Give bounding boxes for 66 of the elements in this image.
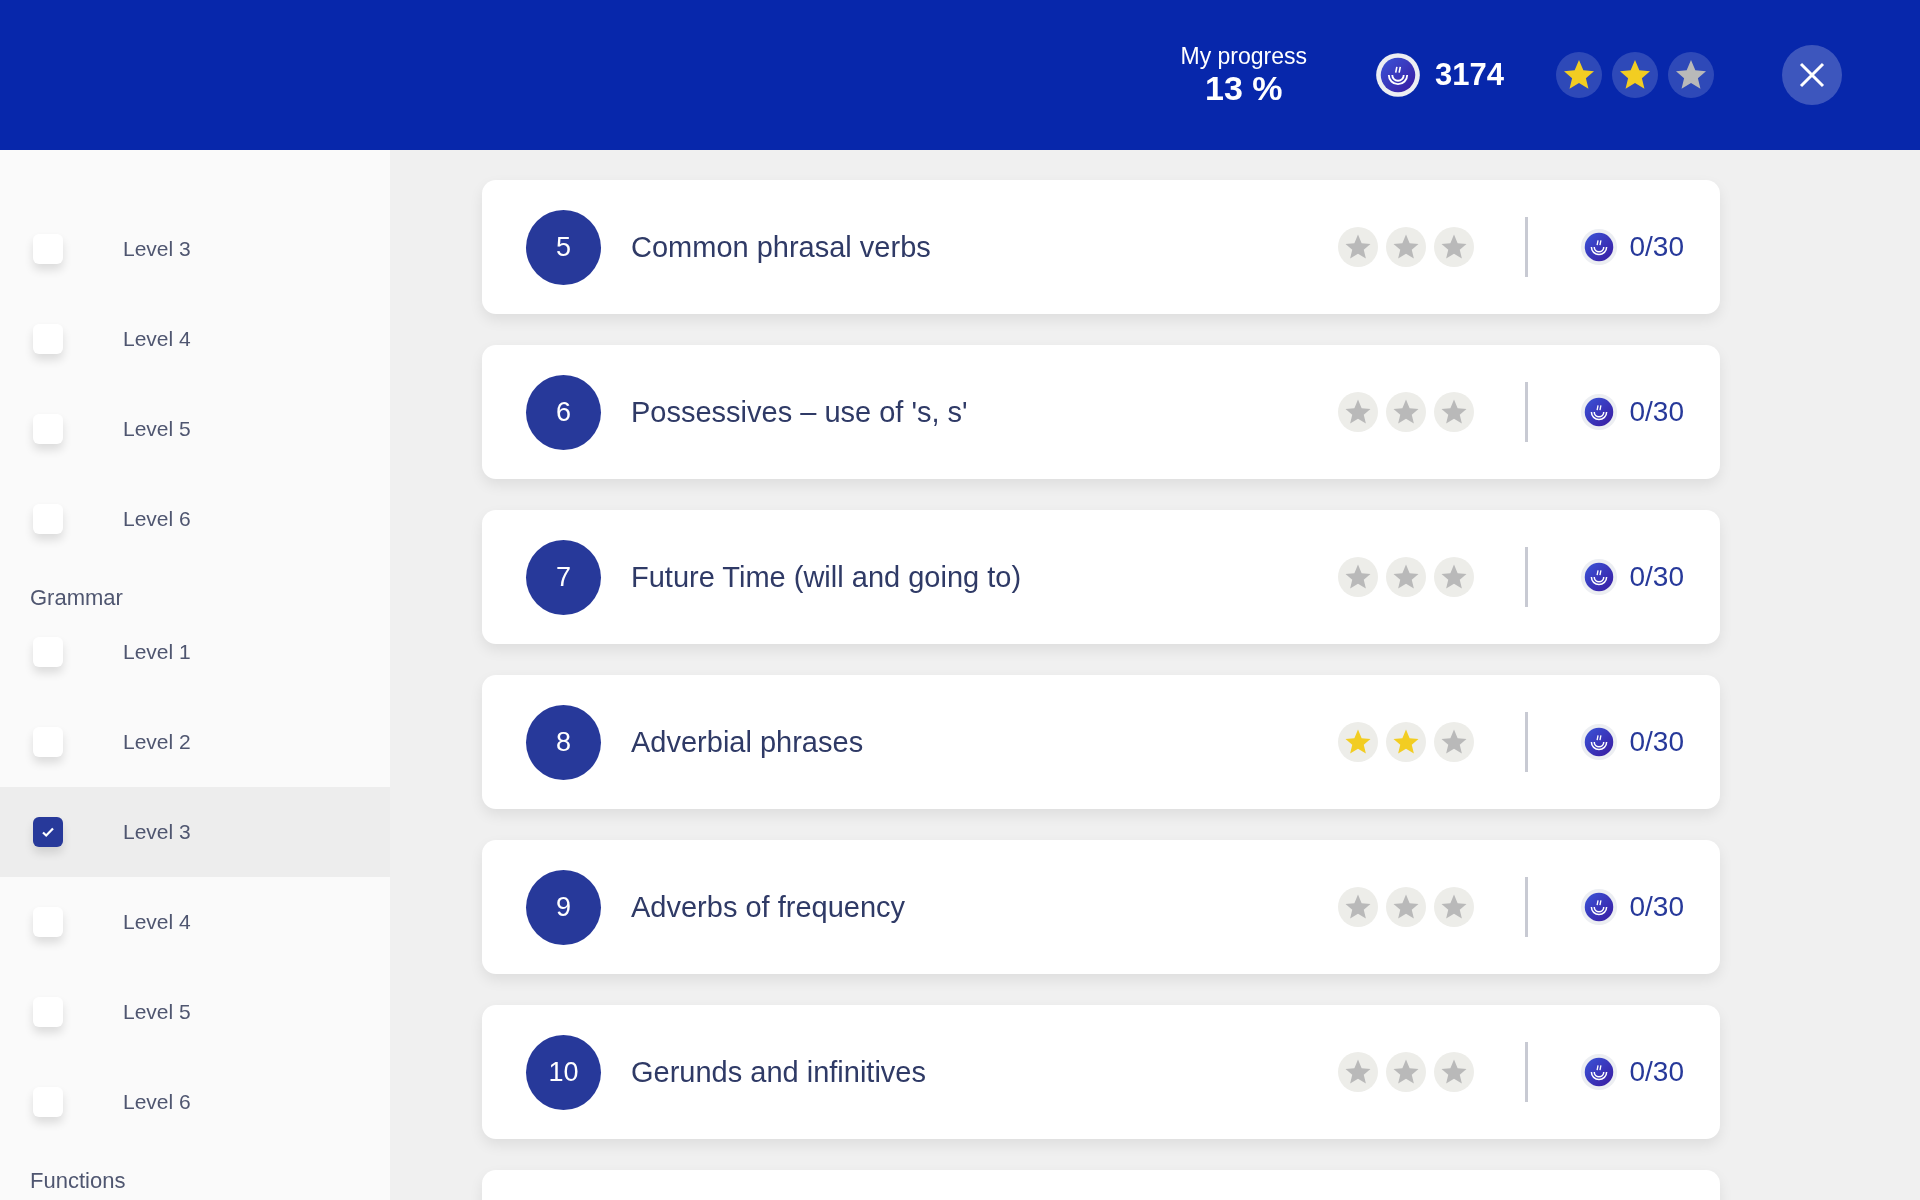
lesson-score: 0/30 [1629, 396, 1684, 428]
level-row[interactable]: Level 5 [0, 967, 390, 1057]
coin-icon [1579, 393, 1618, 431]
lesson-title: Adverbial phrases [631, 725, 865, 759]
lesson-title: Future Time (will and going to) [631, 560, 1023, 594]
level-label: Level 6 [123, 1090, 191, 1114]
level-label: Level 6 [123, 507, 191, 531]
lesson-score: 0/30 [1629, 891, 1684, 923]
lesson-card[interactable]: 7 Future Time (will and going to) 0/30 [482, 510, 1720, 644]
checkbox[interactable] [33, 324, 63, 354]
coin-icon [1579, 228, 1618, 266]
checkbox[interactable] [33, 997, 63, 1027]
level-label: Level 2 [123, 730, 191, 754]
lesson-score: 0/30 [1629, 726, 1684, 758]
lesson-number: 5 [526, 209, 601, 285]
level-row[interactable]: Level 6 [0, 1057, 390, 1147]
points-total: 3174 [1435, 57, 1504, 93]
lesson-score: 0/30 [1629, 1056, 1684, 1088]
coin-icon [1579, 888, 1618, 926]
lesson-card[interactable]: 8 Adverbial phrases 0/30 [482, 675, 1720, 809]
level-row[interactable]: Level 4 [0, 294, 390, 384]
level-label: Level 3 [123, 237, 191, 261]
lesson-number: 8 [526, 704, 601, 780]
level-label: Level 3 [123, 820, 191, 844]
coin-icon [1579, 558, 1618, 596]
lesson-card[interactable]: 9 Adverbs of frequency 0/30 [482, 840, 1720, 974]
lesson-title: Common phrasal verbs [631, 230, 932, 264]
lesson-card[interactable]: 10 Gerunds and infinitives 0/30 [482, 1005, 1720, 1139]
level-row[interactable]: Level 2 [0, 697, 390, 787]
level-row[interactable]: Level 3 [0, 787, 390, 877]
level-label: Level 5 [123, 1000, 191, 1024]
level-label: Level 4 [123, 327, 191, 351]
lesson-title: Adverbs of frequency [631, 890, 907, 924]
lesson-number: 6 [526, 374, 601, 450]
level-label: Level 1 [123, 640, 191, 664]
checkbox[interactable] [33, 817, 63, 847]
checkbox[interactable] [33, 504, 63, 534]
coin-icon [1579, 723, 1618, 761]
lesson-number: 7 [526, 539, 601, 615]
level-row[interactable]: Level 4 [0, 877, 390, 967]
level-row[interactable]: Level 5 [0, 384, 390, 474]
lesson-title: Gerunds and infinitives [631, 1055, 927, 1089]
checkbox[interactable] [33, 234, 63, 264]
level-row[interactable]: Level 3 [0, 204, 390, 294]
coin-icon [1375, 52, 1422, 98]
lesson-number: 10 [526, 1034, 601, 1110]
checkbox[interactable] [33, 907, 63, 937]
progress-label: My progress [1180, 43, 1308, 69]
progress-value: 13 % [1205, 69, 1283, 107]
lesson-score: 0/30 [1629, 231, 1684, 263]
checkbox[interactable] [33, 414, 63, 444]
level-label: Level 5 [123, 417, 191, 441]
lesson-card[interactable]: 5 Common phrasal verbs 0/30 [482, 180, 1720, 314]
lesson-title: Possessives – use of 's, s' [631, 395, 969, 429]
close-button[interactable] [1782, 45, 1842, 105]
level-row[interactable]: Level 6 [0, 474, 390, 564]
level-label: Level 4 [123, 910, 191, 934]
close-icon [1798, 61, 1826, 89]
checkbox[interactable] [33, 637, 63, 667]
coin-icon [1579, 1053, 1618, 1091]
lesson-number: 9 [526, 869, 601, 945]
section-title: Functions [30, 1167, 127, 1195]
checkbox[interactable] [33, 1087, 63, 1117]
lesson-score: 0/30 [1629, 561, 1684, 593]
lesson-card[interactable]: 6 Possessives – use of 's, s' 0/30 [482, 345, 1720, 479]
checkbox[interactable] [33, 727, 63, 757]
